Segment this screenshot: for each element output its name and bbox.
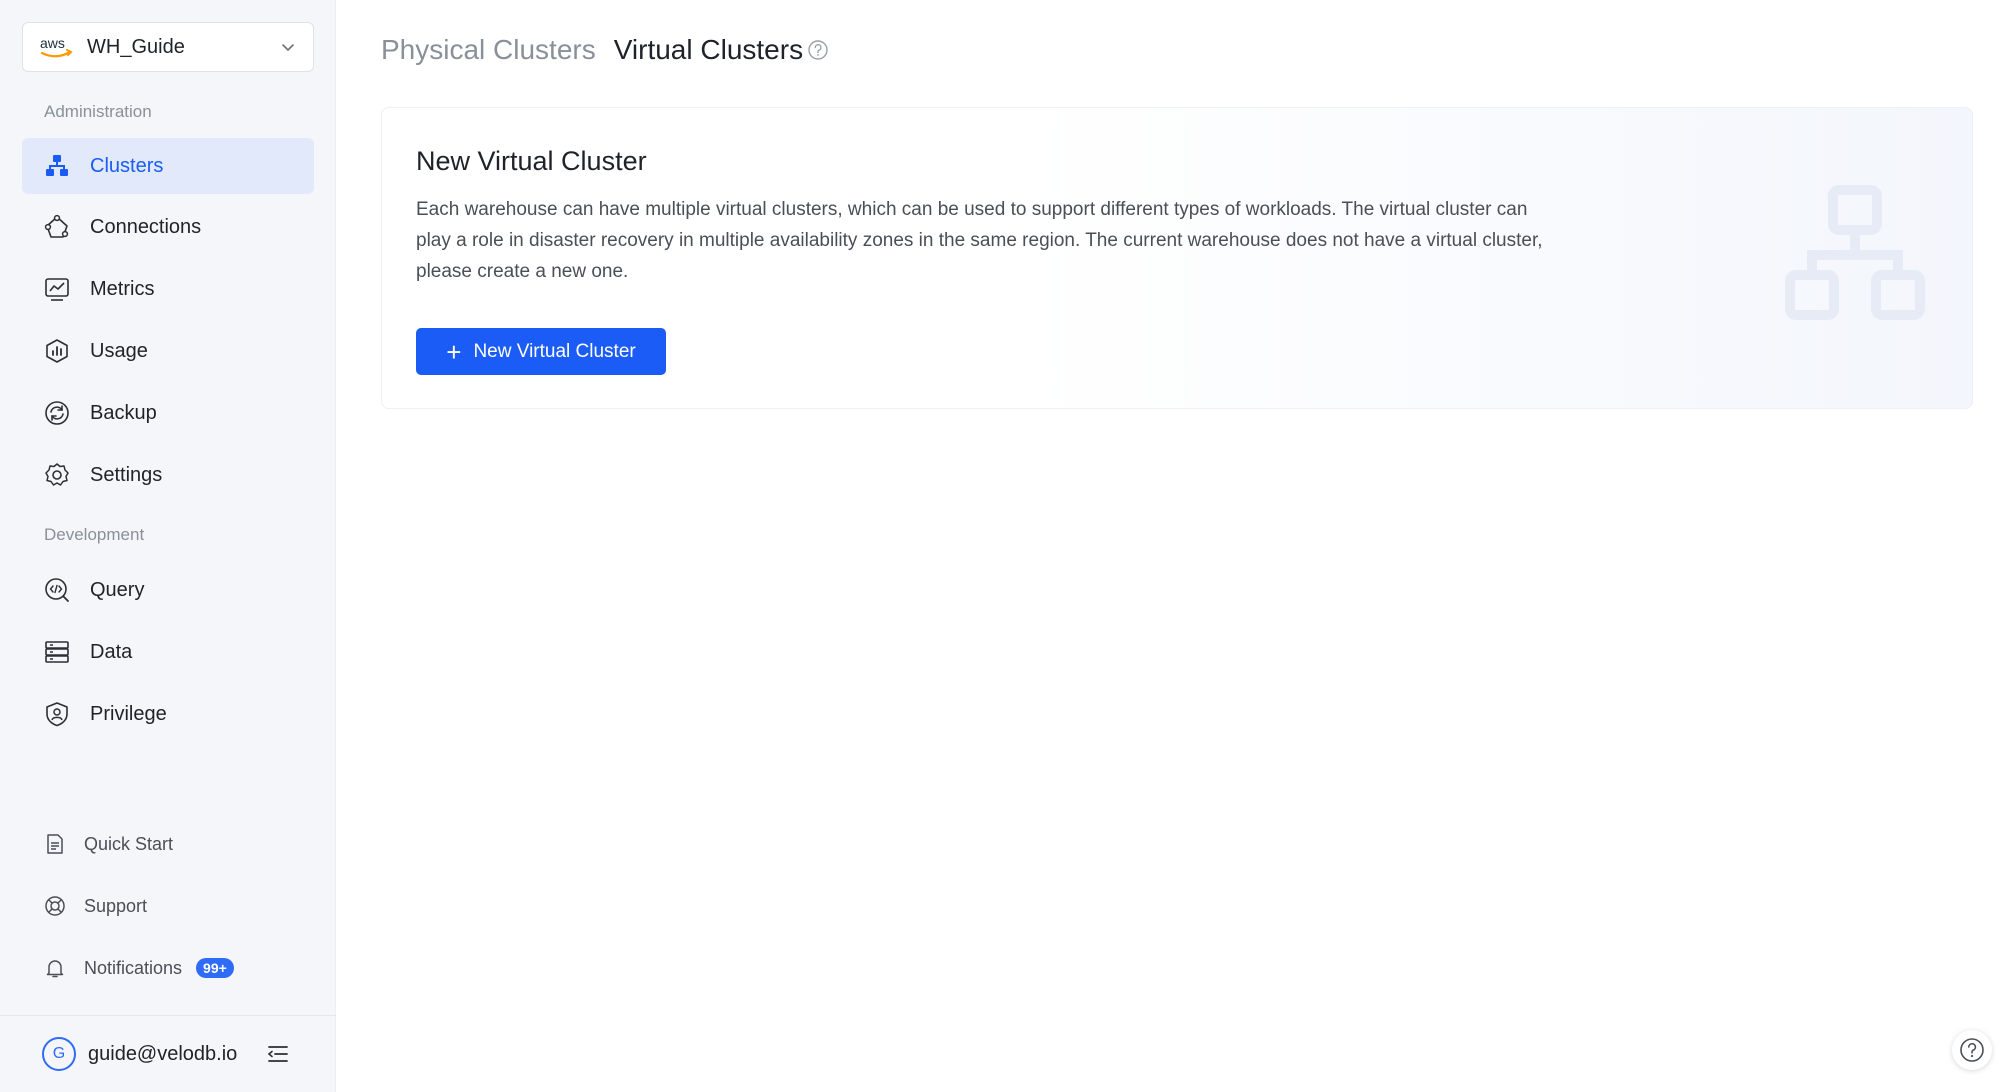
- query-icon: [45, 578, 69, 602]
- document-icon: [47, 834, 63, 854]
- card-description: Each warehouse can have multiple virtual…: [416, 199, 1543, 282]
- sidebar-item-label: Usage: [90, 339, 148, 362]
- sidebar-item-data[interactable]: Data: [22, 624, 314, 680]
- sidebar-item-label: Connections: [90, 215, 202, 238]
- collapse-menu-icon[interactable]: [265, 1041, 291, 1067]
- metrics-icon: [45, 278, 69, 301]
- tab-physical-clusters[interactable]: Physical Clusters: [381, 34, 596, 66]
- usage-icon: [46, 339, 68, 363]
- backup-icon: [45, 401, 69, 425]
- button-label: New Virtual Cluster: [473, 340, 636, 362]
- sidebar-item-metrics[interactable]: Metrics: [22, 261, 314, 317]
- new-virtual-cluster-button[interactable]: + New Virtual Cluster: [416, 328, 666, 375]
- connections-icon: [44, 214, 69, 238]
- bell-icon: [46, 960, 64, 978]
- sidebar-item-notifications[interactable]: Notifications 99+: [22, 944, 314, 992]
- notification-count-badge: 99+: [196, 958, 234, 978]
- sidebar-item-usage[interactable]: Usage: [22, 323, 314, 379]
- sidebar-item-connections[interactable]: Connections: [22, 199, 314, 255]
- sidebar-item-clusters[interactable]: Clusters: [22, 138, 314, 194]
- sidebar-item-label: Query: [90, 578, 145, 601]
- sidebar-item-privilege[interactable]: Privilege: [22, 686, 314, 742]
- lifebuoy-icon: [45, 896, 65, 916]
- section-label-development: Development: [44, 525, 145, 544]
- section-label-administration: Administration: [44, 102, 152, 121]
- floating-help-button[interactable]: [1952, 1030, 1992, 1070]
- tab-virtual-clusters[interactable]: Virtual Clusters: [614, 34, 803, 66]
- sidebar-item-backup[interactable]: Backup: [22, 385, 314, 441]
- user-email[interactable]: guide@velodb.io: [88, 1043, 237, 1066]
- plus-icon: +: [446, 336, 462, 367]
- page-tabs: Physical Clusters Virtual Clusters: [381, 34, 829, 66]
- clusters-icon: [46, 155, 68, 176]
- chevron-down-icon: [282, 44, 294, 52]
- sidebar-item-settings[interactable]: Settings: [22, 447, 314, 503]
- sidebar-item-label: Metrics: [90, 277, 155, 300]
- help-icon: [1960, 1038, 1984, 1062]
- cluster-illustration-icon: [1785, 185, 1925, 320]
- sidebar: aws WH_Guide Administration Clusters Con…: [0, 0, 336, 1092]
- sidebar-item-label: Backup: [90, 401, 157, 424]
- user-bar: G guide@velodb.io: [0, 1015, 336, 1092]
- empty-state-card: New Virtual Cluster Each warehouse can h…: [381, 107, 1973, 409]
- card-title: New Virtual Cluster: [416, 146, 647, 176]
- sidebar-item-quick-start[interactable]: Quick Start: [22, 820, 314, 868]
- sidebar-item-label: Clusters: [90, 154, 164, 177]
- sidebar-item-label: Quick Start: [84, 833, 174, 854]
- gear-icon: [45, 463, 69, 486]
- shield-user-icon: [46, 702, 68, 727]
- sidebar-item-label: Data: [90, 640, 133, 663]
- sidebar-item-label: Settings: [90, 463, 163, 486]
- sidebar-item-support[interactable]: Support: [22, 882, 314, 930]
- sidebar-item-label: Privilege: [90, 702, 167, 725]
- sidebar-item-query[interactable]: Query: [22, 562, 314, 618]
- sidebar-item-label: Support: [84, 895, 148, 916]
- aws-logo-icon: aws: [40, 35, 73, 58]
- sidebar-item-label: Notifications: [84, 957, 183, 978]
- workspace-selector[interactable]: aws WH_Guide: [22, 22, 314, 72]
- workspace-name: WH_Guide: [87, 35, 185, 58]
- svg-text:aws: aws: [40, 35, 65, 51]
- help-icon[interactable]: [807, 39, 829, 61]
- database-icon: [45, 641, 69, 663]
- avatar[interactable]: G: [42, 1037, 76, 1071]
